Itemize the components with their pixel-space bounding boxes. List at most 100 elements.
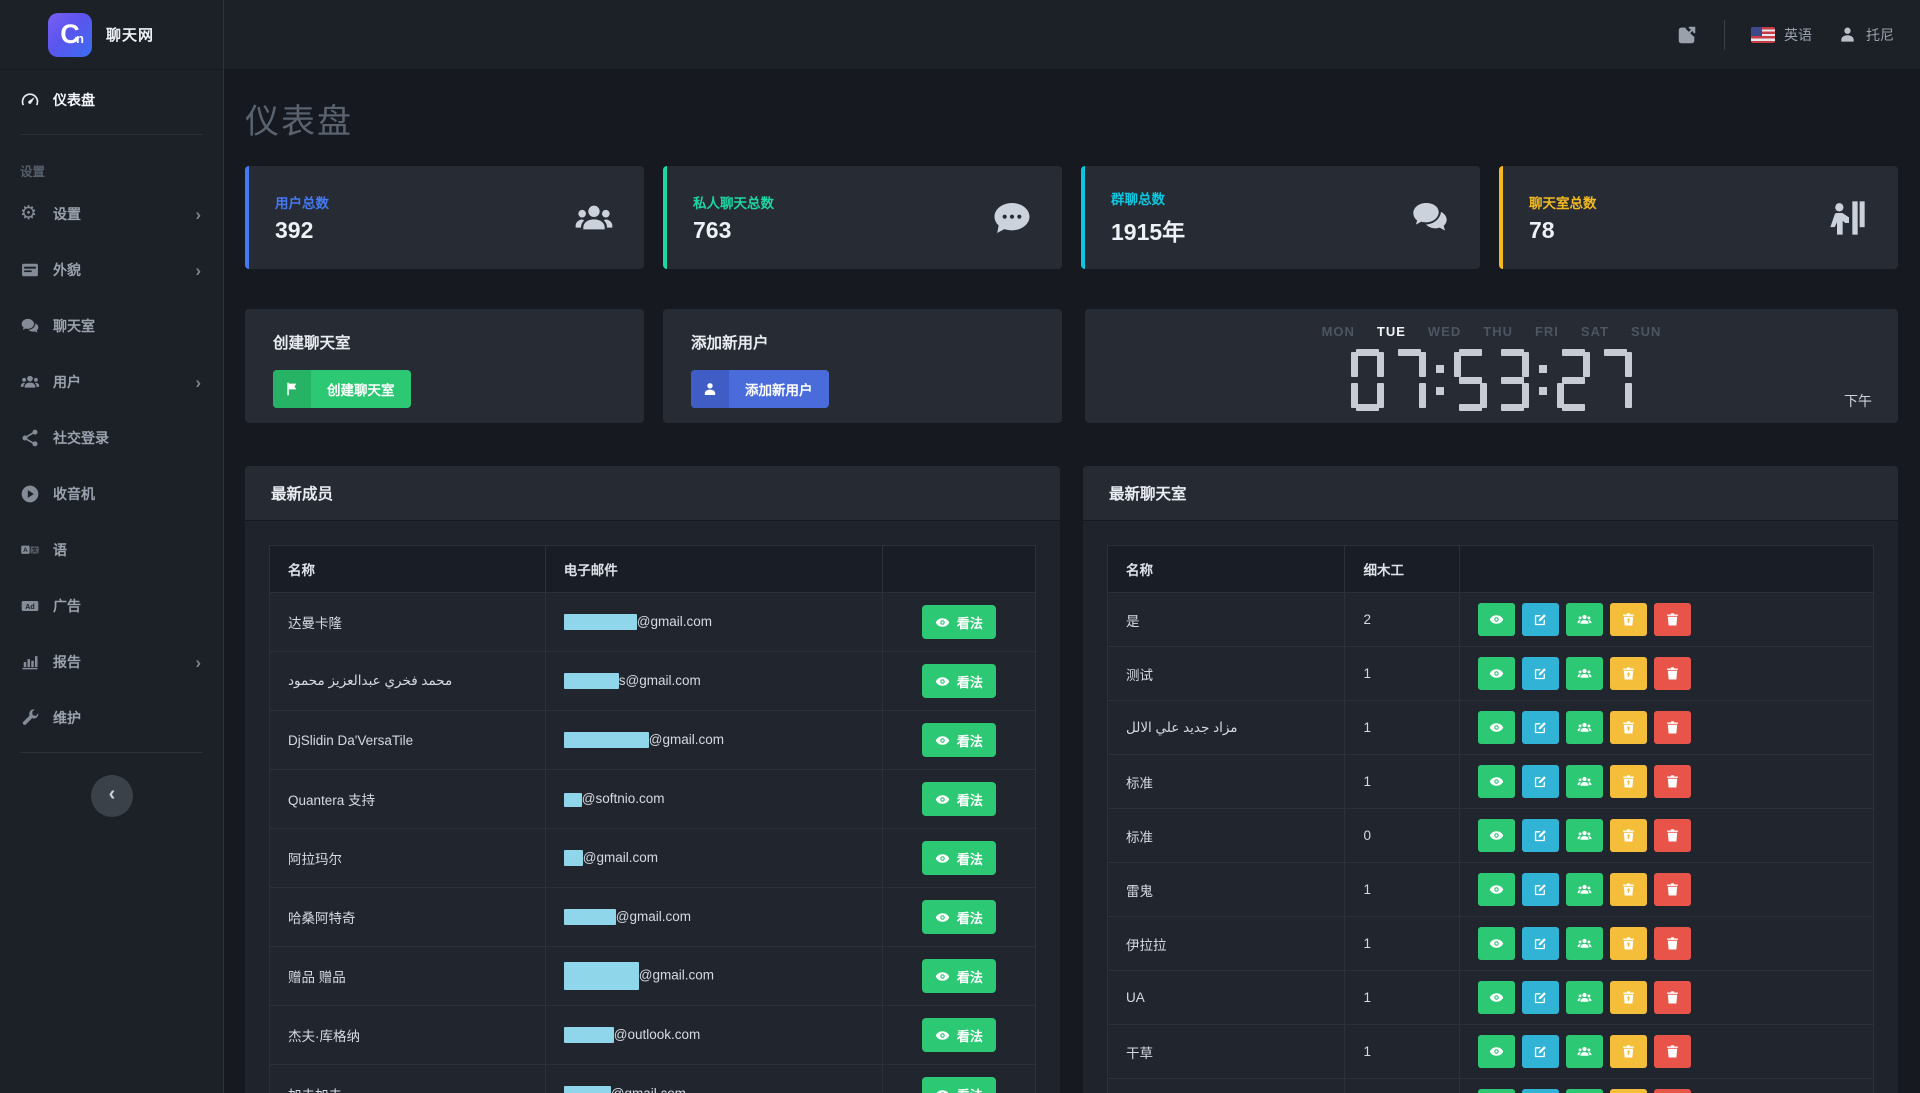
view-room-button[interactable] bbox=[1478, 765, 1516, 798]
sidebar-item-11[interactable]: 维护 bbox=[0, 690, 223, 746]
view-room-button[interactable] bbox=[1478, 819, 1516, 852]
delete-room-button[interactable] bbox=[1654, 765, 1692, 798]
view-room-button[interactable] bbox=[1478, 873, 1516, 906]
delete-room-button[interactable] bbox=[1654, 711, 1692, 744]
sidebar-item-3[interactable]: 外貌 › bbox=[0, 242, 223, 298]
edit-room-button[interactable] bbox=[1522, 603, 1560, 636]
view-room-button[interactable] bbox=[1478, 603, 1516, 636]
latest-rooms-table: 名称 细木工 是 2 测试 1 مزاد جديد علي الالل 1 标准 1 标准 0 雷鬼 1… bbox=[1106, 545, 1874, 1093]
user-menu[interactable]: 托尼 bbox=[1838, 25, 1894, 45]
sidebar-item-2[interactable]: ⚙ 设置 › bbox=[0, 186, 223, 242]
edit-room-button[interactable] bbox=[1522, 765, 1560, 798]
delete-room-button[interactable] bbox=[1654, 873, 1692, 906]
view-button-label: 看法 bbox=[956, 733, 983, 749]
language-switcher[interactable]: 英语 bbox=[1751, 25, 1812, 45]
restore-room-button[interactable] bbox=[1610, 603, 1648, 636]
restore-room-button[interactable] bbox=[1610, 927, 1648, 960]
sidebar-item-5[interactable]: 用户 › bbox=[0, 354, 223, 410]
sidebar-item-4[interactable]: 聊天室 bbox=[0, 298, 223, 354]
room-members-button[interactable] bbox=[1566, 657, 1604, 690]
room-row: 干草 1 bbox=[1106, 1024, 1874, 1079]
view-member-button[interactable]: 看法 bbox=[921, 841, 996, 875]
view-room-button[interactable] bbox=[1478, 711, 1516, 744]
members-col-header bbox=[881, 545, 1037, 593]
edit-room-button[interactable] bbox=[1522, 657, 1560, 690]
eye-icon bbox=[935, 1028, 950, 1043]
room-members-button[interactable] bbox=[1566, 1089, 1604, 1093]
delete-room-button[interactable] bbox=[1654, 657, 1692, 690]
view-member-button[interactable]: 看法 bbox=[921, 1018, 996, 1052]
restore-room-button[interactable] bbox=[1610, 819, 1648, 852]
room-members-button[interactable] bbox=[1566, 765, 1604, 798]
room-members-button[interactable] bbox=[1566, 603, 1604, 636]
room-row: 标准 0 bbox=[1106, 808, 1874, 863]
create-room-title: 创建聊天室 bbox=[273, 335, 351, 352]
room-members-button[interactable] bbox=[1566, 1035, 1604, 1068]
delete-room-button[interactable] bbox=[1654, 1089, 1692, 1093]
restore-room-button[interactable] bbox=[1610, 1089, 1648, 1093]
create-room-button[interactable]: 创建聊天室 bbox=[273, 370, 411, 408]
restore-room-button[interactable] bbox=[1610, 873, 1648, 906]
eye-icon bbox=[1489, 828, 1504, 843]
restore-room-button[interactable] bbox=[1610, 981, 1648, 1014]
room-members-button[interactable] bbox=[1566, 873, 1604, 906]
delete-room-button[interactable] bbox=[1654, 1035, 1692, 1068]
view-member-button[interactable]: 看法 bbox=[921, 900, 996, 934]
edit-room-button[interactable] bbox=[1522, 873, 1560, 906]
view-room-button[interactable] bbox=[1478, 1035, 1516, 1068]
delete-room-button[interactable] bbox=[1654, 819, 1692, 852]
language-icon: A文 bbox=[20, 540, 40, 560]
edit-room-button[interactable] bbox=[1522, 927, 1560, 960]
restore-room-button[interactable] bbox=[1610, 1035, 1648, 1068]
edit-icon bbox=[1533, 936, 1548, 951]
view-room-button[interactable] bbox=[1478, 981, 1516, 1014]
view-member-button[interactable]: 看法 bbox=[921, 1077, 996, 1093]
edit-room-button[interactable] bbox=[1522, 819, 1560, 852]
room-row: مزاد جديد علي الالل 1 bbox=[1106, 700, 1874, 755]
delete-room-button[interactable] bbox=[1654, 927, 1692, 960]
room-members-button[interactable] bbox=[1566, 981, 1604, 1014]
view-room-button[interactable] bbox=[1478, 657, 1516, 690]
view-member-button[interactable]: 看法 bbox=[921, 605, 996, 639]
view-member-button[interactable]: 看法 bbox=[921, 723, 996, 757]
sidebar-collapse-button[interactable]: ‹ bbox=[91, 775, 133, 817]
brand[interactable]: C n 聊天网 bbox=[0, 0, 224, 70]
share-icon bbox=[20, 428, 40, 448]
view-room-button[interactable] bbox=[1478, 927, 1516, 960]
view-member-button[interactable]: 看法 bbox=[921, 782, 996, 816]
restore-room-button[interactable] bbox=[1610, 711, 1648, 744]
view-member-button[interactable]: 看法 bbox=[921, 959, 996, 993]
edit-room-button[interactable] bbox=[1522, 711, 1560, 744]
edit-room-button[interactable] bbox=[1522, 981, 1560, 1014]
restore-room-button[interactable] bbox=[1610, 657, 1648, 690]
trash-icon bbox=[1665, 774, 1680, 789]
sidebar-item-10[interactable]: 报告 › bbox=[0, 634, 223, 690]
stat-label: 用户总数 bbox=[275, 195, 329, 211]
chat-rooms-icon bbox=[20, 316, 40, 336]
edit-room-button[interactable] bbox=[1522, 1089, 1560, 1093]
edit-room-button[interactable] bbox=[1522, 1035, 1560, 1068]
external-link-icon[interactable] bbox=[1676, 24, 1698, 46]
view-member-button[interactable]: 看法 bbox=[921, 664, 996, 698]
eye-icon bbox=[935, 733, 950, 748]
sidebar-item-7[interactable]: 收音机 bbox=[0, 466, 223, 522]
member-email: s@gmail.com bbox=[544, 651, 883, 711]
view-room-button[interactable] bbox=[1478, 1089, 1516, 1093]
sidebar-item-8[interactable]: A文语 bbox=[0, 522, 223, 578]
email-redaction bbox=[563, 909, 616, 926]
sidebar-item-6[interactable]: 社交登录 bbox=[0, 410, 223, 466]
restore-room-button[interactable] bbox=[1610, 765, 1648, 798]
sidebar-item-9[interactable]: Ad 广告 bbox=[0, 578, 223, 634]
sidebar-item-1[interactable]: 仪表盘 bbox=[0, 72, 223, 128]
add-user-button[interactable]: 添加新用户 bbox=[691, 370, 829, 408]
appearance-icon bbox=[20, 260, 40, 280]
room-members-button[interactable] bbox=[1566, 819, 1604, 852]
sidebar-item-label: 报告 bbox=[53, 654, 81, 670]
delete-room-button[interactable] bbox=[1654, 603, 1692, 636]
room-members-button[interactable] bbox=[1566, 927, 1604, 960]
email-redaction bbox=[563, 792, 582, 807]
delete-room-button[interactable] bbox=[1654, 981, 1692, 1014]
room-members-button[interactable] bbox=[1566, 711, 1604, 744]
trash-restore-icon bbox=[1621, 612, 1636, 627]
eye-icon bbox=[1489, 666, 1504, 681]
